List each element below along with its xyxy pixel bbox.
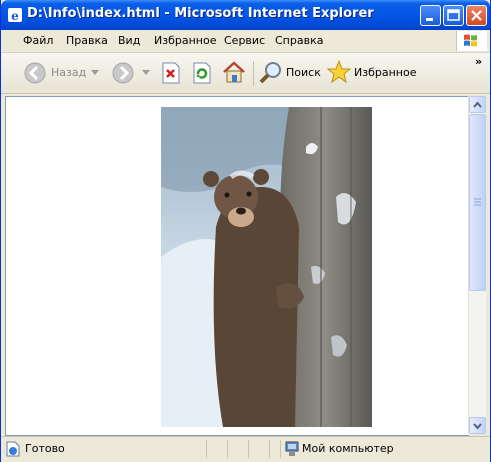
chevron-up-icon — [473, 101, 482, 108]
search-icon — [259, 62, 281, 84]
refresh-icon — [193, 62, 211, 84]
favorites-label: Избранное — [354, 66, 417, 79]
window-title: D:\Info\index.html - Microsoft Internet … — [27, 6, 374, 21]
menu-bar: Файл Правка Вид Избранное Сервис Справка — [1, 30, 490, 53]
scroll-down-button[interactable] — [469, 417, 486, 434]
standard-toolbar: Назад Поиск Избранное — [1, 53, 490, 94]
forward-dropdown[interactable] — [141, 53, 151, 93]
close-button[interactable] — [466, 5, 487, 26]
menu-favorites[interactable]: Избранное — [154, 34, 216, 47]
back-button[interactable]: Назад — [21, 53, 87, 93]
menu-help[interactable]: Справка — [275, 34, 323, 47]
status-cell — [269, 440, 280, 458]
zone-text: Мой компьютер — [302, 442, 394, 455]
menu-edit[interactable]: Правка — [66, 34, 108, 47]
windows-flag-icon — [464, 34, 477, 47]
scroll-thumb[interactable] — [469, 114, 486, 291]
star-icon — [327, 60, 351, 84]
chevron-down-icon — [473, 423, 482, 430]
back-label: Назад — [51, 66, 87, 79]
status-cell — [227, 440, 248, 458]
home-icon — [223, 61, 245, 83]
browser-window: e D:\Info\index.html - Microsoft Interne… — [0, 0, 491, 462]
favorites-button[interactable]: Избранное — [327, 53, 417, 93]
ie-icon: e — [8, 8, 22, 23]
page-content — [5, 96, 469, 436]
search-button[interactable]: Поиск — [259, 53, 321, 93]
scroll-up-button[interactable] — [469, 96, 486, 113]
forward-arrow-icon — [112, 62, 134, 84]
close-icon — [471, 10, 482, 21]
status-cell — [248, 440, 269, 458]
my-computer-icon — [285, 441, 299, 456]
maximize-button[interactable] — [443, 5, 464, 26]
status-bar: Готово Мой компьютер — [1, 436, 490, 462]
minimize-button[interactable] — [420, 5, 441, 26]
back-arrow-icon — [24, 62, 46, 84]
title-bar[interactable]: e D:\Info\index.html - Microsoft Interne… — [1, 0, 490, 30]
stop-button[interactable] — [159, 53, 183, 93]
grip-icon — [474, 198, 481, 206]
status-text: Готово — [25, 442, 65, 455]
status-zone-cell: Мой компьютер — [280, 440, 489, 458]
toolbar-overflow-chevron[interactable]: » — [475, 55, 482, 68]
menu-file[interactable]: Файл — [23, 34, 53, 47]
toolbar-separator — [253, 61, 254, 86]
back-dropdown[interactable] — [90, 53, 100, 93]
refresh-button[interactable] — [190, 53, 214, 93]
home-button[interactable] — [220, 53, 248, 93]
svg-text:e: e — [11, 9, 19, 23]
page-done-icon — [6, 441, 20, 457]
menu-tools[interactable]: Сервис — [224, 34, 265, 47]
maximize-icon — [447, 9, 460, 21]
status-cell — [206, 440, 227, 458]
search-label: Поиск — [286, 66, 321, 79]
minimize-icon — [426, 18, 433, 21]
forward-button[interactable] — [109, 53, 137, 93]
stop-icon — [162, 62, 180, 84]
bear-photo — [161, 107, 372, 427]
windows-logo — [456, 31, 487, 51]
menu-view[interactable]: Вид — [118, 34, 140, 47]
vertical-scrollbar[interactable] — [468, 96, 486, 434]
chevron-down-icon — [91, 70, 99, 75]
chevron-down-icon — [142, 70, 150, 75]
